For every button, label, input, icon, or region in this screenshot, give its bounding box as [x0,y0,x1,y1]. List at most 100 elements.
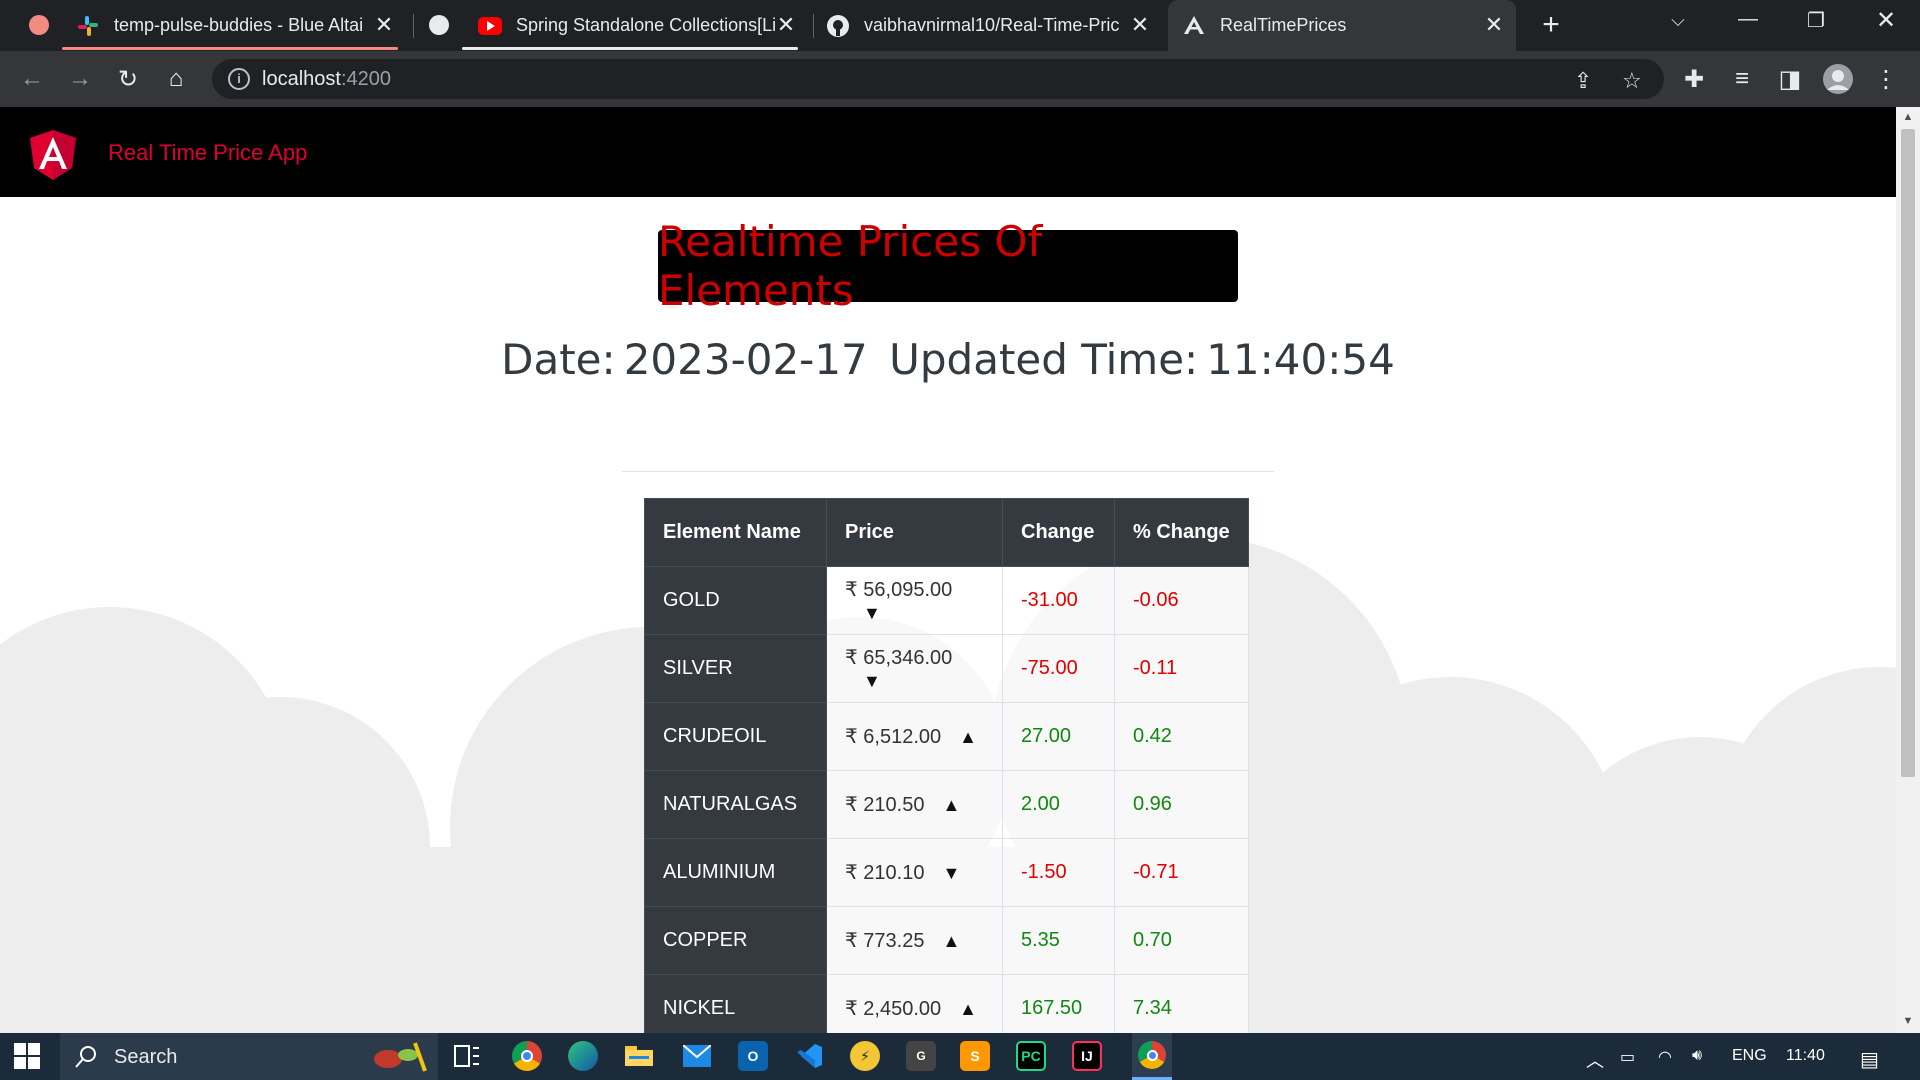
element-name-cell: GOLD [644,566,827,635]
forward-button[interactable]: → [64,63,96,95]
edge-icon[interactable] [568,1041,598,1071]
reload-button[interactable]: ↻ [112,63,144,95]
price-cell: ₹ 65,346.00▼ [826,634,1003,703]
app-brand-link[interactable]: Real Time Price App [108,140,307,166]
pct-change-cell: -0.11 [1114,634,1249,703]
tab-github[interactable]: vaibhavnirmal10/Real-Time-Pric ✕ [826,0,1162,51]
profile-avatar[interactable] [1822,63,1854,95]
price-cell: ₹ 56,095.00▼ [826,566,1003,635]
back-button[interactable]: ← [16,63,48,95]
price-value: ₹ 65,346.00 [845,646,953,669]
chrome-taskbar-icon[interactable] [512,1041,542,1071]
header-price: Price [826,498,1003,567]
table-row: ALUMINIUM ₹ 210.10 ▼ -1.50 -0.71 [644,838,1249,907]
address-bar[interactable]: i localhost:4200 ⇪ ☆ [212,59,1664,99]
outlook-icon[interactable]: O [738,1041,768,1071]
up-arrow-icon: ▲ [942,795,961,815]
tab-youtube[interactable]: Spring Standalone Collections[Li ✕ [478,0,808,51]
element-name-cell: CRUDEOIL [644,702,827,771]
time-label: Updated Time: [889,335,1199,384]
restore-button[interactable]: ❐ [1796,8,1836,33]
chrome-menu-icon[interactable]: ⋮ [1870,63,1902,95]
chrome-active-taskbar-icon[interactable] [1132,1033,1172,1080]
pycharm-icon[interactable]: PC [1016,1041,1046,1071]
tab-separator [413,14,414,38]
app-navbar: Real Time Price App [0,107,1896,197]
url-text[interactable]: localhost:4200 [262,68,391,91]
tab-title: temp-pulse-buddies - Blue Altai [114,15,364,35]
media-control-icon[interactable]: ≡ [1726,63,1758,95]
down-arrow-icon: ▼ [863,602,881,623]
tab-title: vaibhavnirmal10/Real-Time-Pric [864,15,1120,35]
price-value: ₹ 56,095.00 [845,578,953,601]
price-cell: ₹ 773.25 ▲ [826,906,1003,975]
language-indicator[interactable]: ENG [1732,1047,1767,1065]
bookmark-star-icon[interactable]: ☆ [1622,68,1642,94]
price-value: ₹ 210.10 [845,862,925,884]
page-scrollbar[interactable]: ▲ ▼ [1896,107,1920,1033]
change-cell: -31.00 [1002,566,1115,635]
table-header-row: Element Name Price Change % Change [644,498,1249,567]
down-arrow-icon: ▼ [942,863,961,883]
scrollbar-thumb[interactable] [1901,129,1915,777]
github-desktop-icon[interactable]: G [906,1041,936,1071]
search-label: Search [114,1046,178,1068]
wifi-icon[interactable]: ◠ [1658,1047,1672,1067]
side-panel-icon[interactable]: ◨ [1774,63,1806,95]
tab-group-red-icon[interactable] [29,15,49,35]
table-row: COPPER ₹ 773.25 ▲ 5.35 0.70 [644,906,1249,975]
tab-slack[interactable]: temp-pulse-buddies - Blue Altai ✕ [76,0,406,51]
intellij-icon[interactable]: IJ [1072,1041,1102,1071]
volume-icon[interactable]: 🔊︎ [1692,1047,1702,1065]
share-icon[interactable]: ⇪ [1574,68,1592,94]
tab-search-chevron-icon[interactable]: ⌵ [1658,10,1698,31]
close-tab-icon[interactable]: ✕ [1128,12,1152,38]
new-tab-button[interactable]: + [1536,8,1566,42]
tab-group-white-icon[interactable] [429,15,449,35]
tab-realtimeprices[interactable]: RealTimePrices ✕ [1168,0,1516,51]
show-hidden-icons-chevron-icon[interactable]: ︿ [1586,1047,1604,1073]
close-window-button[interactable]: ✕ [1866,6,1906,35]
close-tab-icon[interactable]: ✕ [1482,12,1506,38]
extensions-puzzle-icon[interactable]: ✚ [1678,63,1710,95]
table-row: CRUDEOIL ₹ 6,512.00 ▲ 27.00 0.42 [644,702,1249,771]
element-name-cell: NATURALGAS [644,770,827,839]
slack-icon [76,14,100,38]
taskbar-clock[interactable]: 11:40 [1786,1047,1825,1065]
up-arrow-icon: ▲ [959,727,977,747]
date-time-line: Date: 2023-02-17 Updated Time: 11:40:54 [0,335,1896,384]
price-value: ₹ 773.25 [845,930,925,952]
close-tab-icon[interactable]: ✕ [774,12,798,38]
battery-icon[interactable]: ▭ [1620,1047,1635,1067]
site-info-icon[interactable]: i [228,68,250,90]
table-row: SILVER ₹ 65,346.00▼ -75.00 -0.11 [644,634,1249,703]
fiddler-icon[interactable]: ⚡ [850,1041,880,1071]
windows-start-icon[interactable] [12,1041,42,1071]
sublime-text-icon[interactable]: S [960,1041,990,1071]
page-heading-box: Realtime Prices Of Elements [658,217,1238,315]
url-port: :4200 [340,68,391,90]
vscode-icon[interactable] [794,1041,824,1071]
file-explorer-icon[interactable] [624,1041,654,1071]
angular-icon [1182,14,1206,38]
browser-toolbar: ← → ↻ ⌂ i localhost:4200 ⇪ ☆ ✚ ≡ ◨ ⋮ [0,51,1920,107]
angular-logo-icon[interactable] [30,130,76,180]
change-cell: -75.00 [1002,634,1115,703]
mail-icon[interactable] [682,1041,712,1071]
task-view-icon[interactable] [452,1041,482,1071]
scroll-down-icon[interactable]: ▼ [1902,1015,1914,1027]
url-host: localhost [262,68,341,90]
search-highlight-bird-icon [374,1042,427,1072]
minimize-button[interactable]: — [1728,8,1768,31]
notification-center-icon[interactable]: ▤ [1860,1047,1879,1072]
pct-change-cell: 0.96 [1114,770,1249,839]
github-icon [826,14,850,38]
page-viewport: Real Time Price App Realtime Prices Of E… [0,107,1896,1033]
close-tab-icon[interactable]: ✕ [372,12,396,38]
page-heading: Realtime Prices Of Elements [658,217,1043,315]
price-cell: ₹ 2,450.00 ▲ [826,974,1003,1033]
scroll-up-icon[interactable]: ▲ [1902,111,1914,123]
home-button[interactable]: ⌂ [160,63,192,95]
taskbar-search-box[interactable]: Search [60,1033,438,1080]
table-row: NICKEL ₹ 2,450.00 ▲ 167.50 7.34 [644,974,1249,1033]
